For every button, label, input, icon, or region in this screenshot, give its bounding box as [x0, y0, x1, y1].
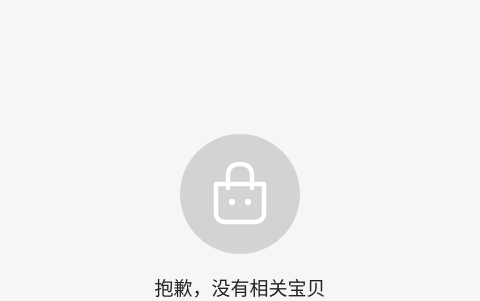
empty-message: 抱歉，没有相关宝贝 [154, 278, 326, 300]
shopping-bag-icon [213, 161, 267, 225]
empty-results-state: 抱歉，没有相关宝贝 [0, 0, 480, 300]
empty-illustration [180, 134, 300, 254]
